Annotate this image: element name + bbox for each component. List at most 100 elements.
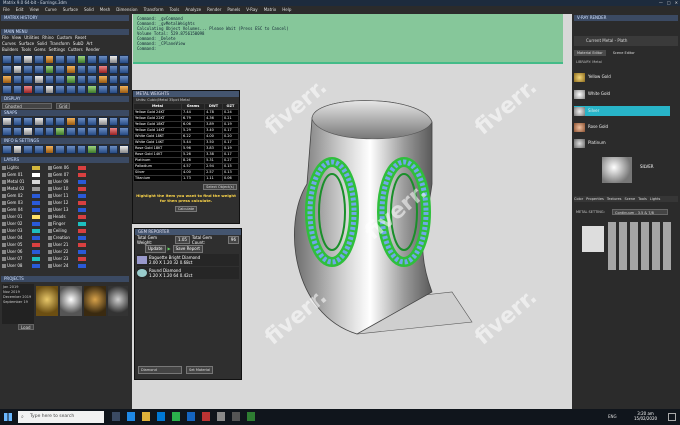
tool-icon[interactable]: [44, 55, 55, 64]
snap-icon[interactable]: [55, 117, 66, 126]
layer-row[interactable]: User 21: [48, 242, 68, 248]
layer-row[interactable]: Gem 02: [2, 193, 23, 199]
layer-row[interactable]: User 02: [2, 221, 22, 227]
tool-icon[interactable]: [87, 85, 98, 94]
finish-presets[interactable]: [608, 222, 674, 270]
layer-row[interactable]: User 01: [2, 214, 22, 220]
tool-icon[interactable]: [87, 65, 98, 74]
tool-icon[interactable]: [108, 75, 119, 84]
project-thumbnail[interactable]: [36, 286, 58, 316]
tab-tools[interactable]: Tools: [638, 196, 647, 202]
section-layers[interactable]: LAYERS: [1, 157, 129, 163]
tab-material-editor[interactable]: Material Editor: [574, 50, 606, 56]
layer-color[interactable]: [78, 201, 86, 205]
layer-row[interactable]: Finger: [48, 221, 65, 227]
info-icon[interactable]: [44, 145, 55, 154]
gem-row[interactable]: Round Diamond 1.20 X 1.20 64 0.42ct: [137, 267, 239, 279]
tool-icon[interactable]: [66, 85, 76, 94]
tool-icon[interactable]: [55, 75, 66, 84]
menu-file[interactable]: File: [3, 6, 10, 14]
material-item[interactable]: Rose Gold: [574, 122, 670, 132]
display-grid-select[interactable]: Grid: [56, 103, 70, 109]
matrix-app-icon[interactable]: [247, 412, 255, 421]
layer-row[interactable]: Ceiling: [48, 228, 67, 234]
layer-row[interactable]: User 09: [48, 179, 68, 185]
project-date[interactable]: September 19: [3, 300, 33, 305]
project-thumbnail[interactable]: [84, 286, 106, 316]
snap-icon[interactable]: [87, 117, 98, 126]
snap-icon[interactable]: [98, 117, 108, 126]
snap-icon[interactable]: [66, 117, 76, 126]
tab-scene-editor[interactable]: Scene Editor: [610, 50, 638, 56]
tool-icon[interactable]: [76, 85, 87, 94]
layer-color[interactable]: [78, 243, 86, 247]
layer-row[interactable]: User 12: [48, 200, 68, 206]
layer-color[interactable]: [32, 194, 40, 198]
table-row[interactable]: Titanium 1.73 1.11 0.06: [132, 175, 240, 182]
menu-mesh[interactable]: Mesh: [100, 6, 111, 14]
menu-surface[interactable]: Surface: [63, 6, 78, 14]
info-icon[interactable]: [23, 145, 34, 154]
snap-icon[interactable]: [76, 117, 87, 126]
menu-solid[interactable]: Solid: [84, 6, 94, 14]
layer-color[interactable]: [78, 250, 86, 254]
update-button[interactable]: Update: [145, 244, 166, 253]
tool-icon[interactable]: [44, 85, 55, 94]
layer-row[interactable]: User 11: [48, 193, 68, 199]
layer-color[interactable]: [78, 187, 86, 191]
tool-icon[interactable]: [44, 65, 55, 74]
layer-color[interactable]: [78, 166, 86, 170]
tool-icon[interactable]: [2, 75, 12, 84]
tool-icon[interactable]: [119, 85, 130, 94]
file-explorer-icon[interactable]: [142, 412, 150, 421]
material-item[interactable]: White Gold: [574, 89, 670, 99]
layer-color[interactable]: [32, 257, 40, 261]
layer-color[interactable]: [78, 236, 86, 240]
layer-row[interactable]: User 04: [2, 235, 22, 241]
menu-curve[interactable]: Curve: [45, 6, 57, 14]
snap-icon[interactable]: [55, 127, 66, 136]
snap-icon[interactable]: [98, 127, 108, 136]
tool-icon[interactable]: [12, 55, 23, 64]
calculate-button[interactable]: Calculate: [174, 206, 198, 212]
info-icon[interactable]: [98, 145, 108, 154]
layer-row[interactable]: Gem 04: [2, 207, 23, 213]
app-icon[interactable]: [202, 412, 210, 421]
layer-row[interactable]: User 22: [48, 249, 68, 255]
tool-icon[interactable]: [34, 85, 44, 94]
layer-row[interactable]: Gem 07: [48, 172, 69, 178]
tool-icon[interactable]: [108, 55, 119, 64]
layer-color[interactable]: [78, 257, 86, 261]
task-view-icon[interactable]: [112, 412, 120, 421]
tool-icon[interactable]: [66, 75, 76, 84]
display-mode-select[interactable]: Ghosted: [2, 103, 52, 109]
layer-color[interactable]: [78, 222, 86, 226]
section-snaps[interactable]: SNAPS: [1, 110, 129, 116]
snap-icon[interactable]: [119, 117, 130, 126]
layer-row[interactable]: User 05: [2, 242, 22, 248]
snap-icon[interactable]: [2, 127, 12, 136]
layer-color[interactable]: [78, 229, 86, 233]
tool-icon[interactable]: [44, 75, 55, 84]
current-material[interactable]: Current Metal - Plath: [574, 36, 678, 46]
menu-item[interactable]: Gems: [34, 47, 46, 53]
tool-icon[interactable]: [55, 55, 66, 64]
layer-color[interactable]: [32, 201, 40, 205]
tab-textures[interactable]: Textures: [607, 196, 622, 202]
info-icon[interactable]: [108, 145, 119, 154]
snap-icon[interactable]: [34, 127, 44, 136]
section-display[interactable]: DISPLAY: [1, 96, 129, 102]
mail-icon[interactable]: [187, 412, 195, 421]
menu-transform[interactable]: Transform: [144, 6, 164, 14]
notifications-icon[interactable]: [668, 413, 676, 421]
menu-analyze[interactable]: Analyze: [185, 6, 201, 14]
section-projects[interactable]: PROJECTS: [1, 276, 129, 282]
color-swatch[interactable]: [582, 226, 604, 252]
layer-row[interactable]: Metal 01: [2, 179, 24, 185]
snap-icon[interactable]: [12, 117, 23, 126]
layer-row[interactable]: Metal 02: [2, 186, 24, 192]
tool-icon[interactable]: [98, 65, 108, 74]
menu-item[interactable]: Cutters: [68, 47, 83, 53]
tool-icon[interactable]: [55, 65, 66, 74]
layer-row[interactable]: User 24: [48, 263, 68, 269]
